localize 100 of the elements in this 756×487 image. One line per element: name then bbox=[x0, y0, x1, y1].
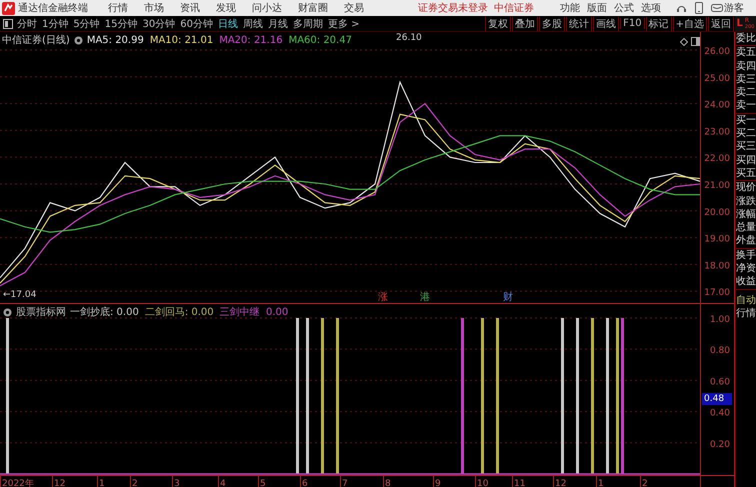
legend-value: MA20: 21.16 bbox=[219, 34, 283, 46]
broker-name[interactable]: 中信证券 bbox=[494, 1, 534, 15]
toolbar-button[interactable]: 多股 bbox=[539, 16, 566, 30]
chart-title: 中信证券(日线) bbox=[2, 34, 70, 47]
quote-field-label: 卖三 bbox=[736, 72, 756, 86]
quote-field-label: 卖一 bbox=[736, 99, 756, 113]
login-status[interactable]: 证券交易未登录 bbox=[418, 1, 488, 15]
phone-icon[interactable] bbox=[695, 2, 703, 14]
tool-menu-item[interactable]: 选项 bbox=[641, 1, 661, 15]
tool-menu-item[interactable]: 功能 bbox=[560, 1, 580, 15]
axis-label: 26.00 bbox=[704, 46, 730, 57]
badge-letter: L bbox=[736, 18, 743, 29]
quote-field-label: 买二 bbox=[736, 127, 756, 140]
mode-tab[interactable]: 行情 bbox=[736, 306, 756, 320]
date-label: 8 bbox=[385, 479, 391, 487]
menu-item[interactable]: 交易 bbox=[344, 1, 364, 15]
date-label: 10 bbox=[477, 479, 488, 487]
event-tag[interactable]: 财 bbox=[503, 292, 513, 303]
date-label: 5 bbox=[260, 479, 266, 487]
quote-field-label: 外盘 bbox=[736, 234, 756, 248]
period-tab[interactable]: 15分钟 bbox=[104, 16, 138, 30]
legend-value: MA5: 20.99 bbox=[86, 34, 144, 46]
menu-item[interactable]: 行情 bbox=[108, 1, 128, 15]
toolbar-button[interactable]: F10 bbox=[620, 18, 645, 29]
quote-field-label: 卖四 bbox=[736, 60, 756, 73]
date-label: 1 bbox=[598, 479, 604, 487]
quote-field-label: 涨跌 bbox=[736, 194, 756, 208]
menu-item[interactable]: 市场 bbox=[144, 1, 164, 15]
price-annotation: ←17.04 bbox=[3, 290, 36, 300]
axis-label: 18.00 bbox=[704, 261, 730, 272]
legend-value: MA60: 20.47 bbox=[288, 34, 352, 46]
axis-label: 0.20 bbox=[710, 440, 730, 450]
period-tab[interactable]: 多周期 bbox=[292, 16, 323, 30]
axis-label: 21.00 bbox=[704, 180, 730, 191]
toolbar-button[interactable]: 叠加 bbox=[512, 16, 538, 30]
axis-label: 22.00 bbox=[704, 154, 730, 164]
diamond-icon[interactable] bbox=[680, 38, 688, 46]
axis-label: 23.00 bbox=[704, 127, 730, 138]
toolbar-button[interactable]: 复权 bbox=[485, 16, 512, 30]
user-label[interactable]: 游客 bbox=[724, 1, 744, 15]
period-tab[interactable]: 分时 bbox=[17, 16, 37, 30]
legend-value: 三剑中继 0.00 bbox=[220, 306, 288, 319]
date-label: 3 bbox=[174, 479, 180, 487]
period-tab[interactable]: 日线 bbox=[218, 16, 238, 30]
date-label: 11 bbox=[514, 479, 526, 487]
axis-label: 0.60 bbox=[710, 377, 730, 388]
quote-field-label: 涨幅 bbox=[736, 208, 756, 222]
quote-field-label: 卖二 bbox=[736, 86, 756, 100]
toolbar-button[interactable]: 返回 bbox=[708, 16, 734, 30]
axis-label: 0.80 bbox=[710, 346, 730, 356]
quote-field-label: 收益 bbox=[736, 275, 756, 289]
menu-item[interactable]: 问小达 bbox=[252, 1, 282, 15]
quote-field-label: 买一 bbox=[736, 114, 756, 128]
date-label: 12 bbox=[54, 479, 66, 487]
quote-field-label: 净资 bbox=[736, 262, 756, 276]
date-label: 2 bbox=[132, 479, 138, 487]
quote-field-label: 换手 bbox=[736, 248, 756, 262]
legend-value: 二剑回马: 0.00 bbox=[144, 306, 214, 319]
menu-item[interactable]: 资讯 bbox=[180, 1, 200, 15]
legend-value: 一剑抄底: 0.00 bbox=[70, 306, 139, 319]
quote-field-label: 现价 bbox=[736, 181, 756, 195]
cursor-value-label: 0.48 bbox=[702, 393, 732, 406]
axis-label: 17.00 bbox=[704, 288, 730, 298]
period-tab[interactable]: 周线 bbox=[242, 16, 263, 30]
tool-menu-item[interactable]: 公式 bbox=[614, 1, 634, 15]
date-label: 2022年 bbox=[2, 479, 34, 487]
quote-field-label: 买五 bbox=[736, 166, 756, 180]
tool-menu-item[interactable]: 版面 bbox=[587, 1, 607, 15]
period-tab[interactable]: 1分钟 bbox=[42, 16, 68, 30]
mode-tab[interactable]: 自动 bbox=[736, 294, 756, 307]
panel-toggle-icon[interactable] bbox=[3, 18, 13, 28]
axis-label: 20.00 bbox=[704, 208, 730, 218]
window-icon[interactable] bbox=[691, 37, 700, 46]
axis-label: 1.00 bbox=[710, 314, 730, 325]
menu-item[interactable]: 发现 bbox=[216, 1, 236, 15]
period-tab[interactable]: 更多 > bbox=[328, 16, 360, 30]
toolbar-button[interactable]: +自选 bbox=[672, 16, 707, 30]
toolbar-button[interactable]: 标记 bbox=[646, 16, 672, 30]
menu-item[interactable]: 财富圈 bbox=[298, 1, 328, 15]
event-tag[interactable]: 港 bbox=[420, 292, 430, 303]
date-label: 1 bbox=[99, 479, 105, 487]
toolbar-button[interactable]: 统计 bbox=[566, 16, 592, 30]
quote-field-label: 总量 bbox=[736, 221, 756, 234]
quote-field-label: 卖五 bbox=[736, 46, 756, 60]
period-tab[interactable]: 月线 bbox=[268, 16, 288, 30]
message-icon[interactable] bbox=[711, 3, 723, 13]
period-tab[interactable]: 30分钟 bbox=[142, 16, 176, 30]
legend-value: MA10: 21.01 bbox=[150, 34, 214, 46]
period-tab[interactable]: 5分钟 bbox=[73, 16, 100, 30]
axis-label: 24.00 bbox=[704, 100, 730, 111]
logo-icon bbox=[2, 2, 15, 14]
axis-label: 0.40 bbox=[710, 408, 730, 419]
period-tab[interactable]: 60分钟 bbox=[180, 16, 213, 30]
indicator-title: 股票指标网 bbox=[16, 306, 66, 319]
quote-field-label: 委比 bbox=[736, 32, 756, 46]
event-tag[interactable]: 涨 bbox=[378, 292, 388, 303]
quote-field-label: 买三 bbox=[736, 140, 756, 154]
date-label: 2 bbox=[642, 479, 648, 487]
date-label: 12 bbox=[555, 479, 566, 487]
toolbar-button[interactable]: 画线 bbox=[593, 16, 620, 30]
